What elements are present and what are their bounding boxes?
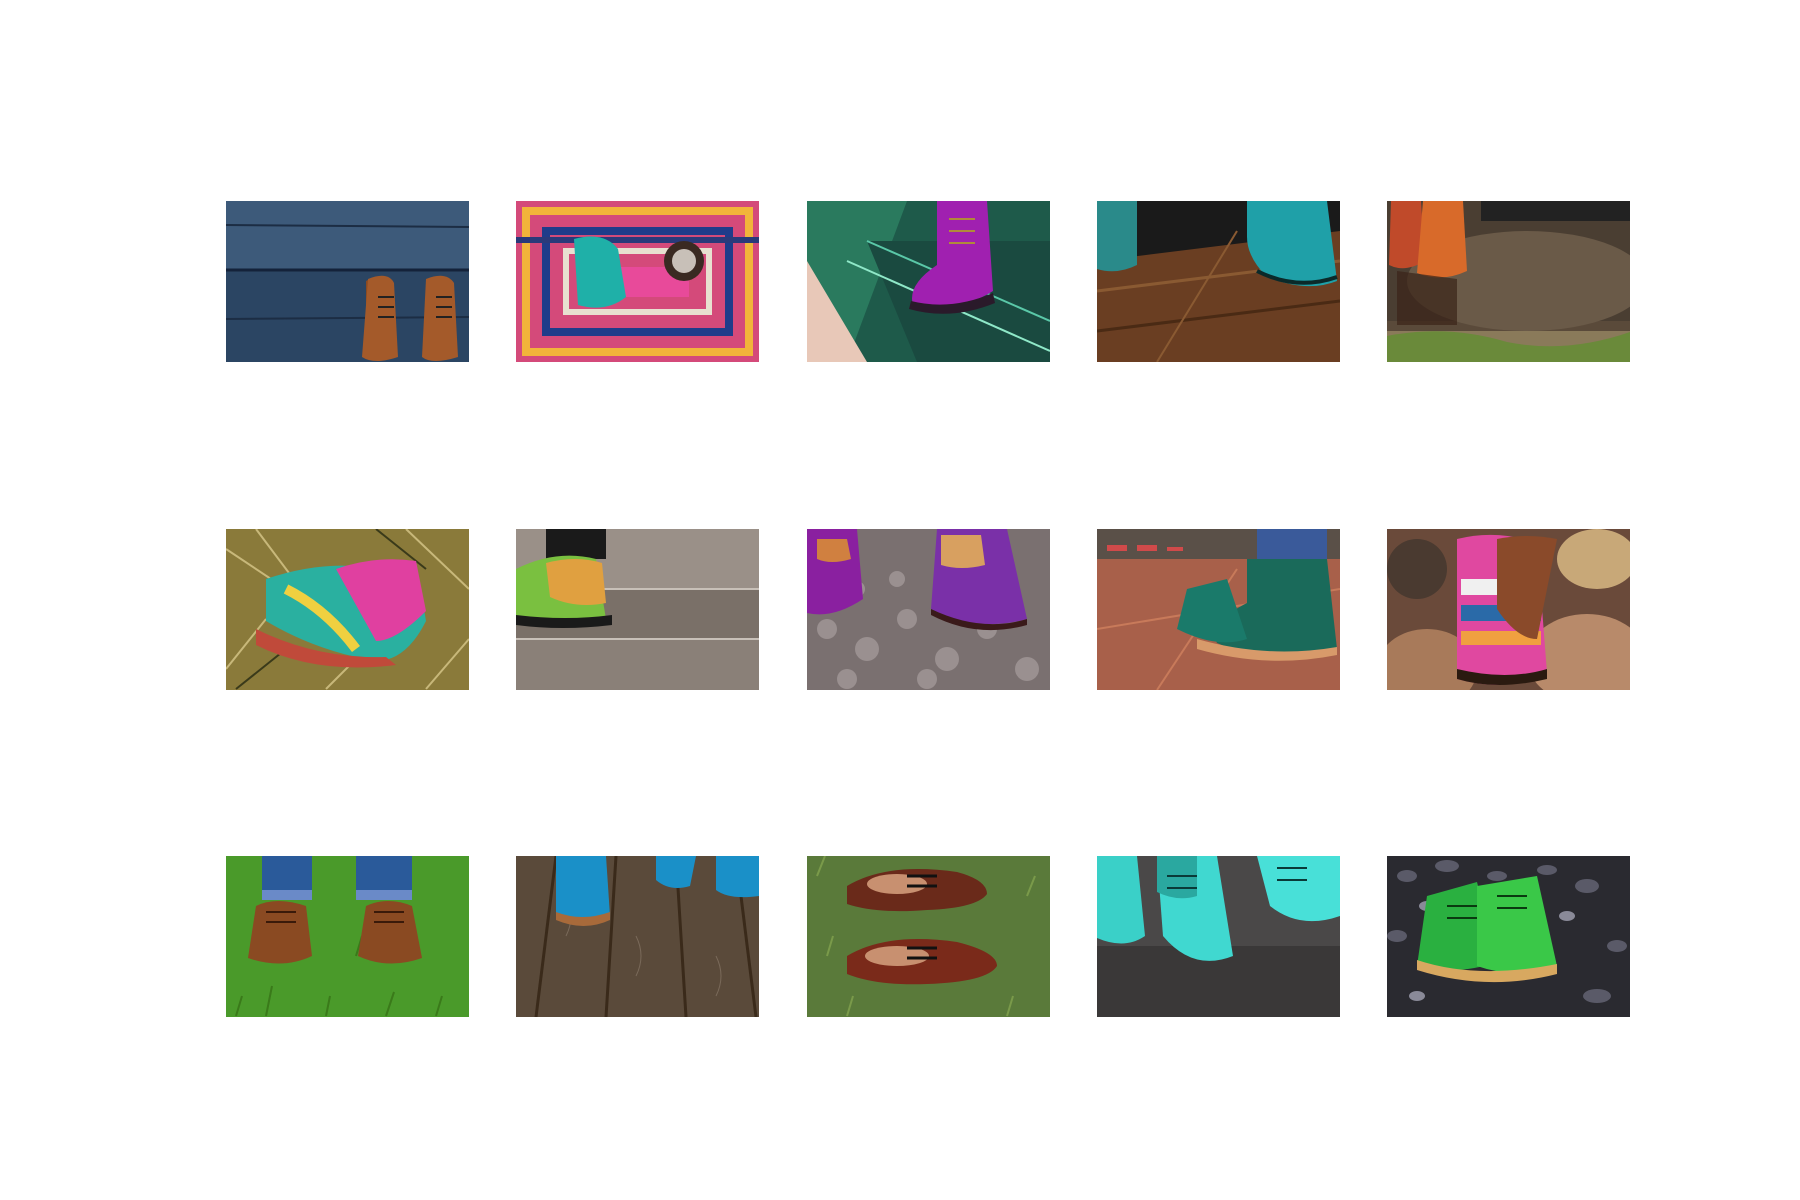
gallery-image[interactable] [1097,529,1340,690]
blue-shoes-on-deck-image [516,856,759,1017]
iridescent-boot-on-steps-image [516,529,759,690]
purple-boots-on-cobblestone-image [807,529,1050,690]
teal-shoes-on-wood-image [1097,201,1340,362]
brown-brogues-on-grass-image [807,856,1050,1017]
gallery-image[interactable] [1097,201,1340,362]
turquoise-boots-on-asphalt-image [1097,856,1340,1017]
gallery-image[interactable] [807,529,1050,690]
gallery-image[interactable] [1097,856,1340,1017]
orange-boots-in-puddle-image [1387,201,1630,362]
green-boots-on-terracotta-image [1097,529,1340,690]
image-gallery [226,201,1630,1017]
gallery-image[interactable] [226,201,469,362]
gallery-image[interactable] [1387,529,1630,690]
gallery-image[interactable] [226,856,469,1017]
brown-boots-on-blue-wood-image [226,201,469,362]
brown-boots-on-lawn-image [226,856,469,1017]
gallery-image[interactable] [1387,856,1630,1017]
green-boots-on-pebbles-image [1387,856,1630,1017]
gallery-image[interactable] [807,856,1050,1017]
patchwork-boot-on-rocks-image [1387,529,1630,690]
purple-boot-on-glass-image [807,201,1050,362]
gallery-image[interactable] [1387,201,1630,362]
gallery-image[interactable] [516,201,759,362]
gallery-image[interactable] [226,529,469,690]
gallery-image[interactable] [516,529,759,690]
gallery-image[interactable] [807,201,1050,362]
teal-boot-on-rug-image [516,201,759,362]
gallery-image[interactable] [516,856,759,1017]
rainbow-boot-on-grass-image [226,529,469,690]
